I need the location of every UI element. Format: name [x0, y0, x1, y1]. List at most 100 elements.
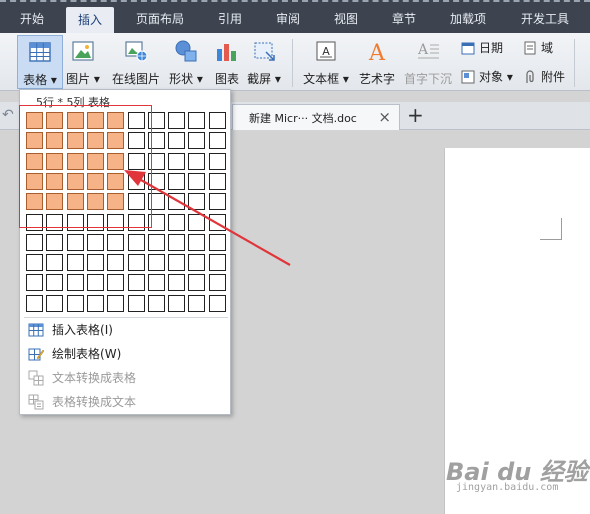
menu-separator	[24, 317, 228, 318]
grid-cell[interactable]	[147, 233, 165, 251]
grid-cell[interactable]	[46, 254, 64, 272]
grid-cell[interactable]	[66, 294, 84, 312]
chart-label: 图表	[214, 72, 239, 86]
grid-cell[interactable]	[208, 233, 226, 251]
grid-cell[interactable]	[188, 152, 206, 170]
back-arrow-icon[interactable]: ↶	[2, 107, 14, 123]
grid-cell[interactable]	[107, 274, 125, 292]
grid-cell[interactable]	[208, 193, 226, 211]
grid-cell[interactable]	[147, 294, 165, 312]
grid-cell[interactable]	[188, 213, 206, 231]
tab-references[interactable]: 引用	[208, 8, 252, 30]
table-button[interactable]: 表格 ▾	[17, 35, 63, 89]
grid-cell[interactable]	[127, 233, 145, 251]
draw-table-item[interactable]: 绘制表格(W)	[28, 343, 121, 365]
grid-cell[interactable]	[26, 294, 43, 312]
date-button[interactable]: 日期	[461, 38, 503, 58]
grid-cell[interactable]	[188, 193, 206, 211]
object-button[interactable]: 对象 ▾	[461, 67, 513, 87]
grid-cell[interactable]	[26, 274, 43, 292]
close-tab-icon[interactable]: ×	[378, 108, 391, 126]
grid-cell[interactable]	[188, 112, 206, 129]
grid-cell[interactable]	[188, 294, 206, 312]
attachment-icon	[526, 70, 534, 83]
tab-addins[interactable]: 加载项	[440, 8, 496, 30]
text-to-table-item: 文本转换成表格	[28, 367, 136, 389]
grid-cell[interactable]	[208, 152, 226, 170]
tab-view[interactable]: 视图	[324, 8, 368, 30]
grid-cell[interactable]	[46, 274, 64, 292]
annotation-highlight-box	[19, 105, 152, 228]
tab-insert[interactable]: 插入	[66, 7, 114, 35]
picture-label: 图片 ▾	[66, 72, 100, 86]
grid-cell[interactable]	[208, 172, 226, 190]
grid-cell[interactable]	[168, 112, 186, 129]
table-to-text-item: 表格转换成文本	[28, 391, 136, 413]
new-tab-button[interactable]: +	[407, 103, 424, 127]
screenshot-label: 截屏 ▾	[247, 72, 281, 86]
field-button[interactable]: 域	[523, 38, 553, 58]
grid-cell[interactable]	[26, 254, 43, 272]
grid-cell[interactable]	[208, 274, 226, 292]
grid-cell[interactable]	[188, 172, 206, 190]
grid-cell[interactable]	[147, 254, 165, 272]
field-label: 域	[541, 41, 554, 55]
grid-cell[interactable]	[46, 294, 64, 312]
grid-cell[interactable]	[127, 274, 145, 292]
grid-cell[interactable]	[107, 294, 125, 312]
draw-table-icon	[28, 348, 44, 361]
grid-cell[interactable]	[208, 112, 226, 129]
grid-cell[interactable]	[107, 233, 125, 251]
textbox-button[interactable]: A 文本框 ▾	[300, 35, 352, 89]
screenshot-button[interactable]: 截屏 ▾	[246, 35, 282, 89]
grid-cell[interactable]	[46, 233, 64, 251]
tab-review[interactable]: 审阅	[266, 8, 310, 30]
grid-cell[interactable]	[208, 213, 226, 231]
grid-cell[interactable]	[168, 254, 186, 272]
ribbon-insert: 表格 ▾ 图片 ▾ 在线图片 形状 ▾ 图表 截屏 ▾ A 文本框 ▾ A 艺术…	[0, 33, 590, 91]
grid-cell[interactable]	[208, 254, 226, 272]
grid-cell[interactable]	[107, 254, 125, 272]
grid-cell[interactable]	[86, 294, 104, 312]
baidu-watermark-url: jingyan.baidu.com	[456, 482, 559, 493]
grid-cell[interactable]	[66, 254, 84, 272]
grid-cell[interactable]	[26, 233, 43, 251]
insert-table-item[interactable]: 插入表格(I)	[28, 319, 113, 341]
grid-cell[interactable]	[66, 233, 84, 251]
grid-cell[interactable]	[168, 152, 186, 170]
grid-cell[interactable]	[86, 233, 104, 251]
grid-cell[interactable]	[168, 213, 186, 231]
grid-cell[interactable]	[168, 132, 186, 150]
grid-cell[interactable]	[208, 294, 226, 312]
grid-cell[interactable]	[127, 294, 145, 312]
table-to-text-label: 表格转换成文本	[52, 395, 137, 409]
grid-cell[interactable]	[127, 254, 145, 272]
grid-cell[interactable]	[208, 132, 226, 150]
grid-cell[interactable]	[168, 274, 186, 292]
chart-icon	[217, 44, 236, 61]
grid-cell[interactable]	[188, 274, 206, 292]
tab-section[interactable]: 章节	[382, 8, 426, 30]
grid-cell[interactable]	[168, 172, 186, 190]
shape-button[interactable]: 形状 ▾	[166, 35, 206, 89]
chart-button[interactable]: 图表	[212, 35, 242, 89]
grid-cell[interactable]	[86, 274, 104, 292]
document-tab[interactable]: 新建 Micr··· 文档.doc ×	[232, 104, 400, 130]
grid-cell[interactable]	[168, 193, 186, 211]
grid-cell[interactable]	[66, 274, 84, 292]
grid-cell[interactable]	[168, 294, 186, 312]
grid-cell[interactable]	[188, 254, 206, 272]
attachment-button[interactable]: 附件	[523, 67, 565, 87]
grid-cell[interactable]	[168, 233, 186, 251]
picture-button[interactable]: 图片 ▾	[66, 35, 100, 89]
grid-cell[interactable]	[188, 132, 206, 150]
grid-cell[interactable]	[188, 233, 206, 251]
tab-home[interactable]: 开始	[10, 8, 54, 30]
online-picture-button[interactable]: 在线图片	[110, 35, 162, 89]
grid-cell[interactable]	[86, 254, 104, 272]
wordart-button[interactable]: A 艺术字	[356, 35, 398, 89]
tab-page-layout[interactable]: 页面布局	[128, 8, 192, 30]
dropcap-button[interactable]: A 首字下沉	[402, 35, 454, 89]
tab-developer[interactable]: 开发工具	[512, 8, 578, 30]
grid-cell[interactable]	[147, 274, 165, 292]
